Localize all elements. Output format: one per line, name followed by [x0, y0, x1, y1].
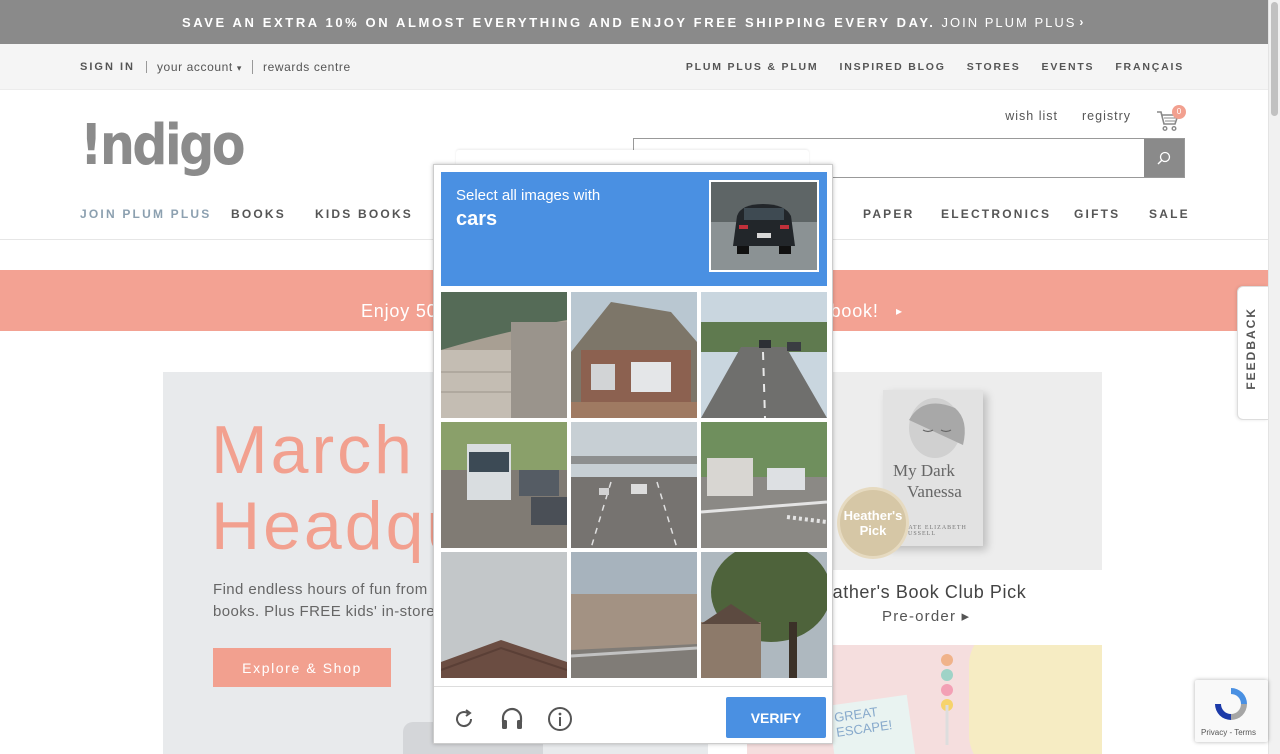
captcha-header: Select all images with cars [441, 172, 827, 286]
tile-highway-image [571, 422, 697, 548]
book-author: KATE ELIZABETH RUSSELL [903, 525, 967, 537]
search-button[interactable] [1144, 139, 1184, 177]
registry-link[interactable]: registry [1082, 109, 1131, 123]
captcha-target: cars [456, 208, 498, 230]
captcha-tile-7[interactable] [441, 552, 567, 678]
page-scrollbar[interactable] [1268, 0, 1280, 754]
captcha-dialog: Select all images with cars VERIFY [433, 164, 833, 744]
tile-rocky-highway-image [571, 552, 697, 678]
your-account-label: your account [156, 60, 233, 74]
rewards-centre-link[interactable]: rewards centre [253, 60, 351, 74]
tile-bus-image [441, 422, 567, 548]
headphones-icon [501, 707, 523, 729]
utility-links: PLUM PLUS & PLUM INSPIRED BLOG STORES EV… [686, 44, 1184, 90]
nav-gifts[interactable]: GIFTS [1074, 207, 1120, 221]
sample-car-image [711, 182, 817, 270]
stores-link[interactable]: STORES [967, 61, 1021, 73]
plum-plus-link[interactable]: PLUM PLUS & PLUM [686, 61, 819, 73]
wish-list-link[interactable]: wish list [1005, 109, 1058, 123]
banner-text-left: Enjoy 50 [361, 301, 438, 321]
tile-rooftop-image [441, 552, 567, 678]
promo-bar: SAVE AN EXTRA 10% ON ALMOST EVERYTHING A… [0, 0, 1268, 44]
verify-button[interactable]: VERIFY [726, 697, 826, 738]
chevron-right-icon: › [1079, 15, 1087, 29]
scrollbar-thumb[interactable] [1271, 2, 1278, 116]
nav-sale[interactable]: SALE [1149, 207, 1190, 221]
caret-down-icon: ▾ [236, 63, 242, 73]
preorder-label: Pre-order [882, 608, 957, 625]
nav-kids-books[interactable]: KIDS BOOKS [315, 207, 413, 221]
promo-text: SAVE AN EXTRA 10% ON ALMOST EVERYTHING A… [181, 14, 936, 30]
captcha-instruction: Select all images with [456, 187, 601, 204]
tile-underpass-image [441, 292, 567, 418]
captcha-tile-6[interactable] [701, 422, 827, 548]
tile-brick-house-image [571, 292, 697, 418]
captcha-image-grid [441, 292, 827, 678]
captcha-footer: VERIFY [434, 686, 832, 743]
audio-challenge-button[interactable] [498, 705, 526, 733]
tile-intersection-image [701, 422, 827, 548]
book-title-line2: Vanessa [907, 482, 962, 501]
account-links: SIGN IN your account ▾ rewards centre [80, 44, 351, 90]
utility-bar: SIGN IN your account ▾ rewards centre PLU… [0, 44, 1268, 90]
captcha-tile-9[interactable] [701, 552, 827, 678]
header-links: wish list registry [1005, 109, 1131, 123]
arrow-right-icon: ▸ [961, 608, 971, 625]
events-link[interactable]: EVENTS [1042, 61, 1095, 73]
face-illustration [909, 398, 965, 458]
captcha-tile-4[interactable] [441, 422, 567, 548]
captcha-tile-2[interactable] [571, 292, 697, 418]
captcha-tile-5[interactable] [571, 422, 697, 548]
candy-illustration [941, 654, 953, 745]
join-plum-plus-link[interactable]: JOIN PLUM PLUS [941, 15, 1076, 30]
book-title-line1: My Dark [893, 461, 955, 480]
inspired-blog-link[interactable]: INSPIRED BLOG [839, 61, 945, 73]
preorder-link[interactable]: Pre-order ▸ [882, 607, 970, 625]
info-icon [548, 707, 572, 731]
book-title: My Dark Vanessa [893, 460, 962, 502]
your-account-dropdown[interactable]: your account ▾ [147, 60, 253, 74]
nav-electronics[interactable]: ELECTRONICS [941, 207, 1051, 221]
captcha-tile-3[interactable] [701, 292, 827, 418]
tile-tree-house-image [701, 552, 827, 678]
yellow-bag-illustration [969, 645, 1102, 754]
reload-button[interactable] [450, 705, 478, 733]
reload-icon [456, 709, 473, 728]
captcha-tile-8[interactable] [571, 552, 697, 678]
search-icon [1157, 151, 1171, 165]
indigo-logo[interactable]: !ndigo [80, 118, 246, 174]
recaptcha-badge[interactable]: Privacy - Terms [1195, 680, 1268, 742]
nav-books[interactable]: BOOKS [231, 207, 286, 221]
nav-paper[interactable]: PAPER [863, 207, 914, 221]
feedback-tab[interactable]: FEEDBACK [1237, 286, 1268, 420]
info-button[interactable] [546, 705, 574, 733]
cart-button[interactable]: 0 [1156, 105, 1186, 132]
feedback-label: FEEDBACK [1244, 307, 1258, 390]
sign-in-link[interactable]: SIGN IN [80, 61, 147, 73]
heathers-pick-seal: Heather's Pick [840, 490, 906, 556]
nav-join-plum-plus[interactable]: JOIN PLUM PLUS [80, 207, 211, 221]
recaptcha-icon [1215, 688, 1247, 720]
francais-link[interactable]: FRANÇAIS [1115, 61, 1184, 73]
tile-road-cars-image [701, 292, 827, 418]
recaptcha-terms[interactable]: Privacy - Terms [1201, 728, 1256, 737]
kids-book: GREAT ESCAPE! [827, 694, 917, 754]
cart-count-badge: 0 [1172, 105, 1186, 119]
book-club-title[interactable]: eather's Book Club Pick [822, 582, 1026, 603]
arrow-right-icon: ▸ [896, 304, 903, 318]
captcha-tile-1[interactable] [441, 292, 567, 418]
explore-shop-button[interactable]: Explore & Shop [213, 648, 391, 687]
captcha-sample-image [709, 180, 819, 272]
